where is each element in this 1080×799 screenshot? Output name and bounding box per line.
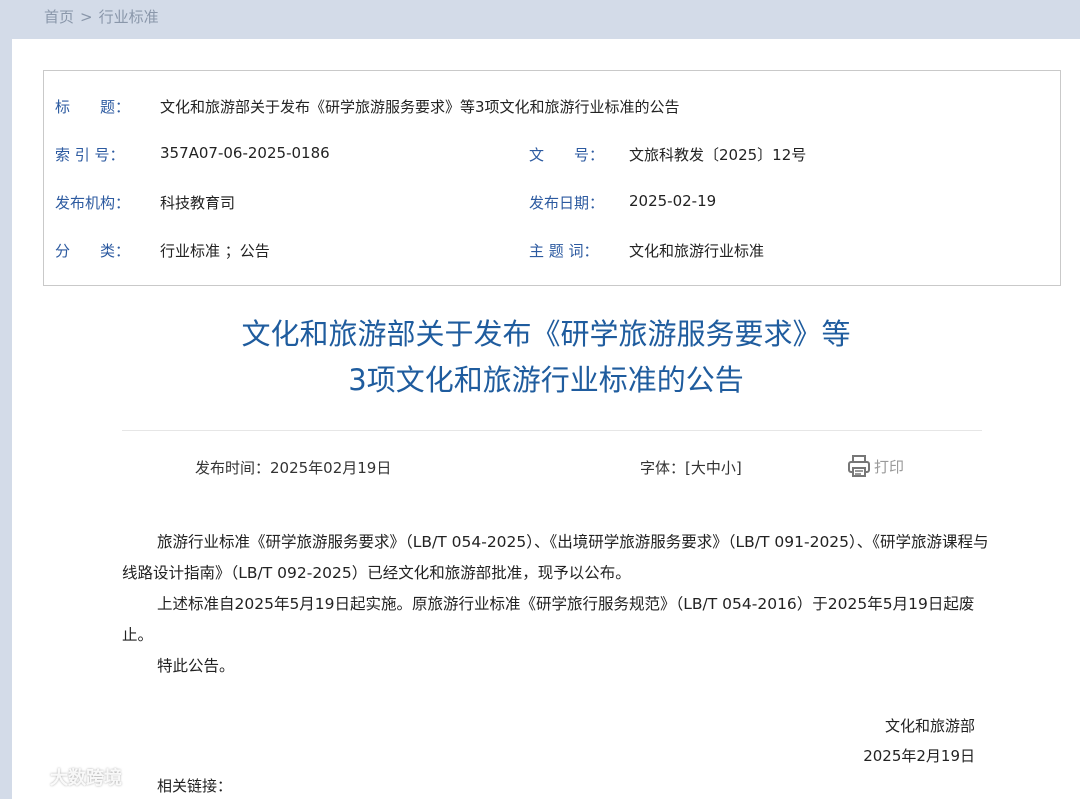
- breadcrumb-separator: >: [80, 8, 93, 26]
- print-button[interactable]: 打印: [846, 453, 904, 479]
- meta-date-value: 2025-02-19: [629, 192, 717, 210]
- meta-index-value: 357A07-06-2025-0186: [160, 144, 330, 162]
- meta-keywords-label: 主 题 词：: [529, 242, 599, 260]
- printer-icon: [848, 455, 870, 477]
- article-title-line1: 文化和旅游部关于发布《研学旅游服务要求》等: [241, 317, 851, 351]
- metadata-table: 标 题： 文化和旅游部关于发布《研学旅游服务要求》等3项文化和旅游行业标准的公告…: [43, 70, 1061, 286]
- print-label: 打印: [874, 457, 905, 476]
- breadcrumb-current[interactable]: 行业标准: [99, 8, 159, 26]
- article-body: 旅游行业标准《研学旅游服务要求》（LB/T 054-2025）、《出境研学旅游服…: [122, 527, 997, 682]
- font-size-selector[interactable]: 字体：[大中小]: [640, 457, 742, 478]
- meta-title-value: 文化和旅游部关于发布《研学旅游服务要求》等3项文化和旅游行业标准的公告: [160, 98, 680, 116]
- meta-row-index: 索 引 号： 357A07-06-2025-0186 文 号： 文旅科教发〔20…: [44, 144, 1060, 166]
- watermark: 大数跨境: [8, 764, 122, 790]
- meta-category-value: 行业标准 ；公告: [160, 242, 270, 260]
- signature-date: 2025年2月19日: [863, 747, 975, 765]
- body-paragraph-2: 上述标准自2025年5月19日起实施。原旅游行业标准《研学旅行服务规范》（LB/…: [122, 595, 975, 644]
- watermark-logo-icon: [12, 769, 48, 784]
- meta-keywords-value: 文化和旅游行业标准: [629, 242, 765, 260]
- body-paragraph-3: 特此公告。: [157, 657, 235, 675]
- meta-row-org: 发布机构： 科技教育司 发布日期： 2025-02-19: [44, 192, 1060, 214]
- meta-category-label: 分 类：: [55, 242, 131, 260]
- breadcrumb: 首页 > 行业标准: [44, 6, 165, 27]
- meta-row-title: 标 题： 文化和旅游部关于发布《研学旅游服务要求》等3项文化和旅游行业标准的公告: [44, 96, 1060, 118]
- meta-org-value: 科技教育司: [160, 194, 236, 212]
- publish-time: 发布时间：2025年02月19日: [195, 459, 392, 477]
- watermark-text: 大数跨境: [50, 768, 122, 789]
- meta-row-category: 分 类： 行业标准 ；公告 主 题 词： 文化和旅游行业标准: [44, 240, 1060, 262]
- meta-title-label: 标 题：: [55, 98, 131, 116]
- breadcrumb-home[interactable]: 首页: [44, 8, 74, 26]
- title-divider: [122, 430, 982, 431]
- article-title: 文化和旅游部关于发布《研学旅游服务要求》等 3项文化和旅游行业标准的公告: [12, 311, 1080, 403]
- article-title-line2: 3项文化和旅游行业标准的公告: [348, 363, 744, 397]
- meta-org-label: 发布机构：: [55, 194, 131, 212]
- meta-docno-value: 文旅科教发〔2025〕12号: [629, 146, 807, 164]
- meta-docno-label: 文 号：: [529, 146, 605, 164]
- meta-index-label: 索 引 号：: [55, 146, 125, 164]
- article-page: 标 题： 文化和旅游部关于发布《研学旅游服务要求》等3项文化和旅游行业标准的公告…: [12, 39, 1080, 799]
- related-links-label: 相关链接：: [157, 777, 233, 795]
- body-paragraph-1: 旅游行业标准《研学旅游服务要求》（LB/T 054-2025）、《出境研学旅游服…: [122, 533, 989, 582]
- meta-date-label: 发布日期：: [529, 194, 605, 212]
- signature-org: 文化和旅游部: [884, 717, 975, 735]
